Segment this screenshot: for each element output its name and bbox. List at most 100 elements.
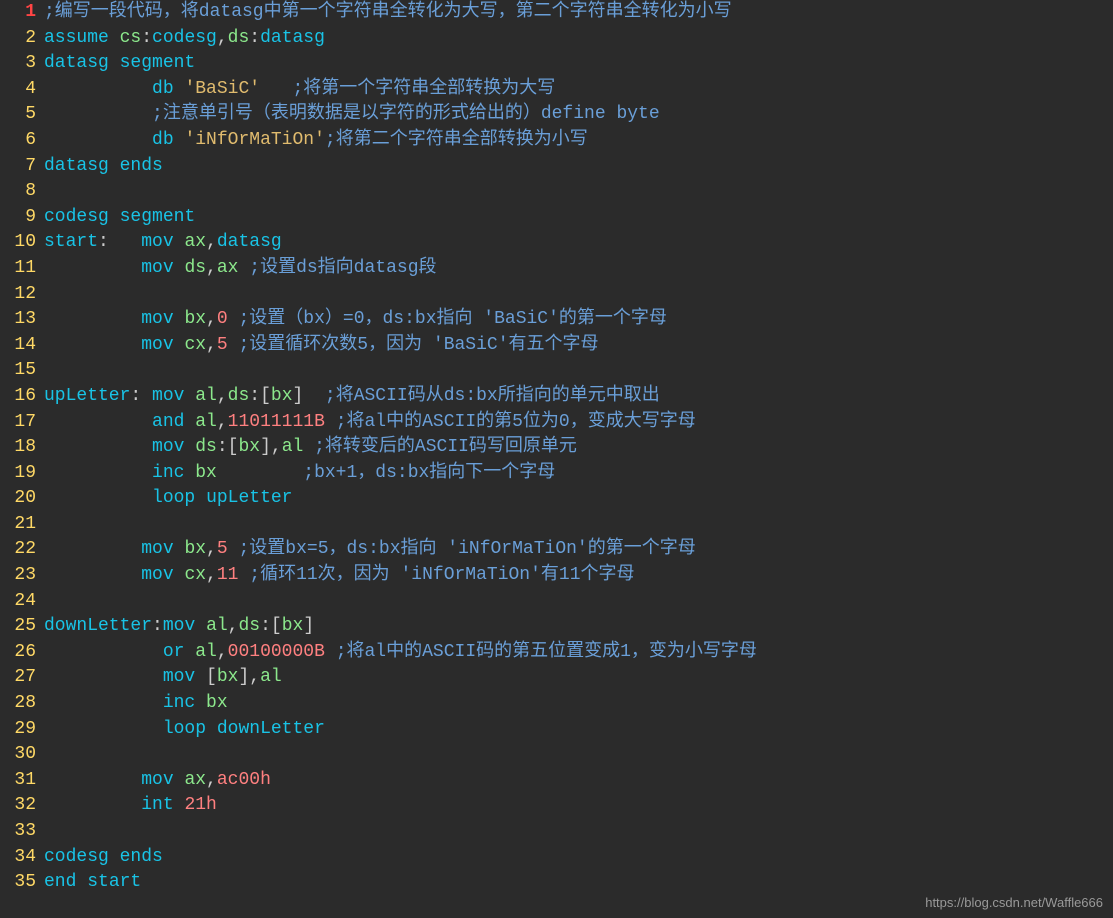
code-content[interactable]: mov bx,0 ;设置（bx）=0，ds:bx指向 'BaSiC'的第一个字母 — [44, 307, 1113, 333]
code-line[interactable]: 9codesg segment — [0, 205, 1113, 231]
code-line[interactable]: 31 mov ax,ac00h — [0, 768, 1113, 794]
token-pn — [174, 565, 185, 585]
code-content[interactable] — [44, 742, 1113, 768]
code-line[interactable]: 18 mov ds:[bx],al ;将转变后的ASCII码写回原单元 — [0, 435, 1113, 461]
code-content[interactable]: mov cx,11 ;循环11次，因为 'iNfOrMaTiOn'有11个字母 — [44, 563, 1113, 589]
code-line[interactable]: 8 — [0, 179, 1113, 205]
code-line[interactable]: 3datasg segment — [0, 51, 1113, 77]
code-line[interactable]: 33 — [0, 819, 1113, 845]
code-content[interactable]: int 21h — [44, 793, 1113, 819]
code-line[interactable]: 6 db 'iNfOrMaTiOn';将第二个字符串全部转换为小写 — [0, 128, 1113, 154]
code-content[interactable]: or al,00100000B ;将al中的ASCII码的第五位置变成1，变为小… — [44, 640, 1113, 666]
code-line[interactable]: 7datasg ends — [0, 154, 1113, 180]
token-pn: : — [249, 28, 260, 48]
token-lb: codesg — [44, 847, 109, 867]
code-line[interactable]: 23 mov cx,11 ;循环11次，因为 'iNfOrMaTiOn'有11个… — [0, 563, 1113, 589]
code-content[interactable]: mov bx,5 ;设置bx=5，ds:bx指向 'iNfOrMaTiOn'的第… — [44, 537, 1113, 563]
code-line[interactable]: 14 mov cx,5 ;设置循环次数5，因为 'BaSiC'有五个字母 — [0, 333, 1113, 359]
code-line[interactable]: 5 ;注意单引号（表明数据是以字符的形式给出的）define byte — [0, 102, 1113, 128]
code-content[interactable]: mov cx,5 ;设置循环次数5，因为 'BaSiC'有五个字母 — [44, 333, 1113, 359]
code-content[interactable]: loop upLetter — [44, 486, 1113, 512]
code-line[interactable]: 34codesg ends — [0, 845, 1113, 871]
token-nm: 0 — [217, 309, 228, 329]
code-line[interactable]: 32 int 21h — [0, 793, 1113, 819]
code-line[interactable]: 35end start — [0, 870, 1113, 896]
code-content[interactable]: inc bx ;bx+1，ds:bx指向下一个字母 — [44, 461, 1113, 487]
code-content[interactable]: end start — [44, 870, 1113, 896]
code-line[interactable]: 12 — [0, 282, 1113, 308]
token-pn — [206, 719, 217, 739]
code-content[interactable] — [44, 179, 1113, 205]
token-pn: ], — [260, 437, 282, 457]
code-content[interactable]: codesg segment — [44, 205, 1113, 231]
code-content[interactable]: loop downLetter — [44, 717, 1113, 743]
code-line[interactable]: 27 mov [bx],al — [0, 665, 1113, 691]
code-content[interactable]: and al,11011111B ;将al中的ASCII的第5位为0，变成大写字… — [44, 410, 1113, 436]
code-line[interactable]: 10start: mov ax,datasg — [0, 230, 1113, 256]
code-line[interactable]: 15 — [0, 358, 1113, 384]
code-content[interactable]: datasg ends — [44, 154, 1113, 180]
code-content[interactable] — [44, 819, 1113, 845]
code-line[interactable]: 1;编写一段代码，将datasg中第一个字符串全转化为大写，第二个字符串全转化为… — [0, 0, 1113, 26]
code-content[interactable]: start: mov ax,datasg — [44, 230, 1113, 256]
line-number: 5 — [0, 102, 44, 128]
code-content[interactable]: ;编写一段代码，将datasg中第一个字符串全转化为大写，第二个字符串全转化为小… — [44, 0, 1113, 26]
line-number: 30 — [0, 742, 44, 768]
token-pn — [76, 872, 87, 892]
code-content[interactable]: db 'iNfOrMaTiOn';将第二个字符串全部转换为小写 — [44, 128, 1113, 154]
token-pn: ], — [238, 667, 260, 687]
code-line[interactable]: 22 mov bx,5 ;设置bx=5，ds:bx指向 'iNfOrMaTiOn… — [0, 537, 1113, 563]
code-content[interactable]: mov ds,ax ;设置ds指向datasg段 — [44, 256, 1113, 282]
code-line[interactable]: 25downLetter:mov al,ds:[bx] — [0, 614, 1113, 640]
code-content[interactable]: codesg ends — [44, 845, 1113, 871]
code-content[interactable]: mov ds:[bx],al ;将转变后的ASCII码写回原单元 — [44, 435, 1113, 461]
token-kw: segment — [120, 53, 196, 73]
code-content[interactable]: assume cs:codesg,ds:datasg — [44, 26, 1113, 52]
code-content[interactable]: inc bx — [44, 691, 1113, 717]
token-nm: 5 — [217, 335, 228, 355]
line-number: 10 — [0, 230, 44, 256]
code-content[interactable] — [44, 358, 1113, 384]
code-line[interactable]: 21 — [0, 512, 1113, 538]
code-content[interactable]: datasg segment — [44, 51, 1113, 77]
code-content[interactable]: mov [bx],al — [44, 665, 1113, 691]
token-pn — [184, 642, 195, 662]
code-line[interactable]: 4 db 'BaSiC' ;将第一个字符串全部转换为大写 — [0, 77, 1113, 103]
code-content[interactable]: db 'BaSiC' ;将第一个字符串全部转换为大写 — [44, 77, 1113, 103]
token-pn — [109, 207, 120, 227]
token-pn — [44, 309, 141, 329]
code-line[interactable]: 19 inc bx ;bx+1，ds:bx指向下一个字母 — [0, 461, 1113, 487]
token-pn — [238, 258, 249, 278]
code-line[interactable]: 13 mov bx,0 ;设置（bx）=0，ds:bx指向 'BaSiC'的第一… — [0, 307, 1113, 333]
token-rg: al — [195, 642, 217, 662]
code-content[interactable] — [44, 589, 1113, 615]
code-content[interactable] — [44, 512, 1113, 538]
code-content[interactable]: ;注意单引号（表明数据是以字符的形式给出的）define byte — [44, 102, 1113, 128]
code-content[interactable] — [44, 282, 1113, 308]
token-pn — [44, 463, 152, 483]
token-pn — [174, 309, 185, 329]
token-pn — [44, 770, 141, 790]
code-line[interactable]: 26 or al,00100000B ;将al中的ASCII码的第五位置变成1，… — [0, 640, 1113, 666]
code-content[interactable]: downLetter:mov al,ds:[bx] — [44, 614, 1113, 640]
line-number: 32 — [0, 793, 44, 819]
code-line[interactable]: 20 loop upLetter — [0, 486, 1113, 512]
token-pn — [228, 539, 239, 559]
line-number: 1 — [0, 0, 44, 26]
code-line[interactable]: 17 and al,11011111B ;将al中的ASCII的第5位为0，变成… — [0, 410, 1113, 436]
code-editor[interactable]: 1;编写一段代码，将datasg中第一个字符串全转化为大写，第二个字符串全转化为… — [0, 0, 1113, 896]
code-line[interactable]: 24 — [0, 589, 1113, 615]
code-line[interactable]: 28 inc bx — [0, 691, 1113, 717]
code-line[interactable]: 29 loop downLetter — [0, 717, 1113, 743]
code-line[interactable]: 30 — [0, 742, 1113, 768]
token-pn — [217, 463, 303, 483]
code-line[interactable]: 11 mov ds,ax ;设置ds指向datasg段 — [0, 256, 1113, 282]
code-content[interactable]: upLetter: mov al,ds:[bx] ;将ASCII码从ds:bx所… — [44, 384, 1113, 410]
code-line[interactable]: 16upLetter: mov al,ds:[bx] ;将ASCII码从ds:b… — [0, 384, 1113, 410]
token-kw: segment — [120, 207, 196, 227]
token-st: 'BaSiC' — [184, 79, 260, 99]
token-rg: al — [195, 412, 217, 432]
code-content[interactable]: mov ax,ac00h — [44, 768, 1113, 794]
code-line[interactable]: 2assume cs:codesg,ds:datasg — [0, 26, 1113, 52]
token-kw: assume — [44, 28, 109, 48]
